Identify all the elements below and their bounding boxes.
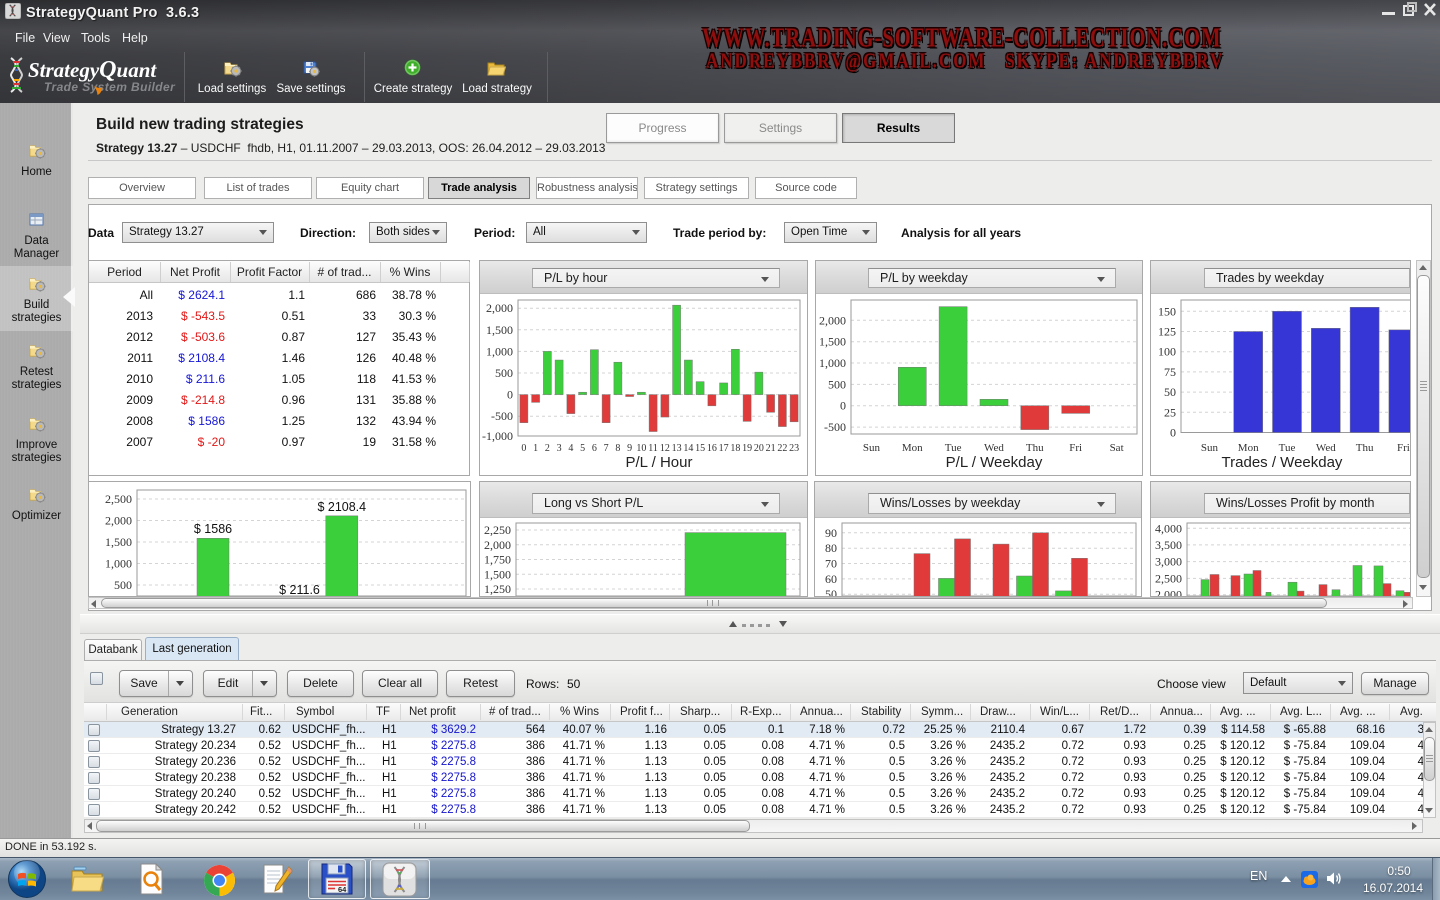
svg-text:64: 64 (338, 885, 347, 894)
